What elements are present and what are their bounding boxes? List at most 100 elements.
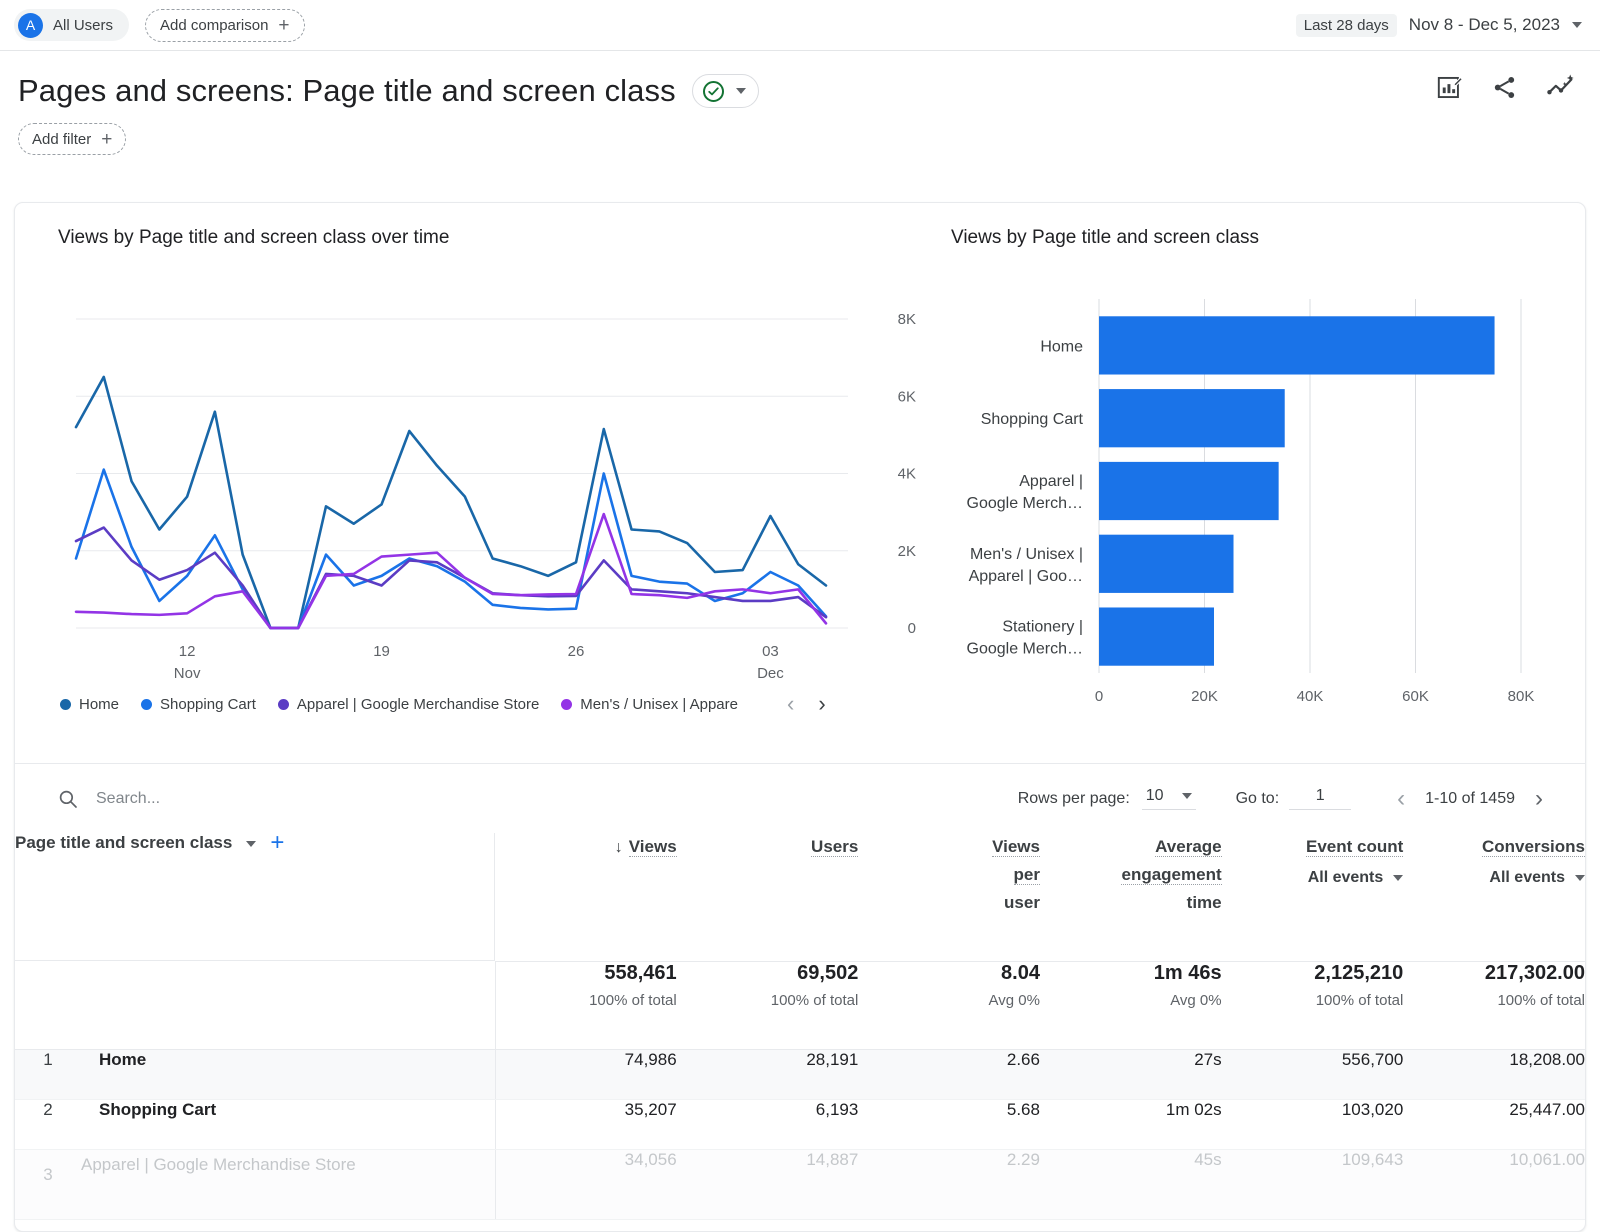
dimension-header[interactable]: Page title and screen class + [15,830,495,961]
bar-1[interactable] [1099,389,1285,448]
legend-item-1[interactable]: Shopping Cart [141,696,256,713]
bar-category-label: Apparel | Goo… [969,568,1083,585]
chevron-down-icon [735,88,746,94]
pagination-controls: Rows per page: 10 Go to: 1 ‹ 1-10 of 145… [1018,786,1559,811]
table-row[interactable]: 2 Shopping Cart 35,207 6,193 5.68 1m 02s… [15,1099,1585,1150]
row-value: 5.68 [858,1099,1040,1150]
row-value: 6,193 [676,1099,859,1150]
x-axis-tick: 0 [1095,688,1103,705]
totals-note: 100% of total [1497,991,1585,1009]
add-dimension-icon[interactable]: + [270,830,284,854]
totals-cell: 2,125,210 100% of total [1221,961,1404,1050]
y-axis-tick: 4K [898,466,916,483]
bar-3[interactable] [1099,534,1234,593]
goto-page-input[interactable]: 1 [1289,787,1352,810]
prev-page-button[interactable]: ‹ [1381,786,1421,811]
legend-item-3[interactable]: Men's / Unisex | Appare [561,696,738,713]
row-name[interactable]: Home [99,1050,146,1069]
column-header-users[interactable]: Users [676,833,859,962]
date-preset-badge: Last 28 days [1295,13,1397,37]
row-index: 2 [43,1099,53,1119]
line-chart-plot[interactable]: 0 2K 4K 6K 8K 12 Nov 19 26 03 Dec [58,261,935,682]
row-value: 25,447.00 [1403,1099,1585,1150]
bar-chart-panel: Views by Page title and screen class 0 20… [935,227,1585,731]
chevron-down-icon [1393,875,1404,882]
row-name[interactable]: Shopping Cart [99,1100,216,1119]
date-range-selector[interactable]: Last 28 days Nov 8 - Dec 5, 2023 [1295,13,1582,37]
dimension-header-label: Page title and screen class [15,833,233,852]
totals-value: 558,461 [604,961,677,984]
y-axis-tick: 2K [898,543,916,560]
bar-4[interactable] [1099,607,1214,666]
row-value: 28,191 [676,1049,859,1100]
column-label: Views [628,837,677,857]
add-comparison-button[interactable]: Add comparison + [145,8,305,42]
search-icon [59,790,77,808]
totals-note: 100% of total [589,991,677,1009]
bar-2[interactable] [1099,461,1279,521]
column-label: Conversions [1482,837,1585,857]
legend-item-0[interactable]: Home [60,696,119,713]
x-axis-tick: 26 [568,643,585,660]
search-input[interactable] [94,788,394,809]
audience-label: All Users [53,16,114,34]
bar-0[interactable] [1099,316,1495,375]
column-header-conversions[interactable]: Conversions All events [1403,833,1585,962]
share-icon[interactable] [1491,74,1518,101]
row-value: 2.29 [858,1149,1040,1220]
event-count-filter[interactable]: All events [1308,865,1404,891]
data-quality-status-button[interactable] [691,74,759,108]
totals-value: 2,125,210 [1314,961,1404,984]
charts-row: Views by Page title and screen class ove… [15,203,1585,731]
row-value: 2.66 [858,1049,1040,1100]
legend-prev-button[interactable]: ‹ [787,693,794,715]
x-axis-tick: 60K [1402,688,1429,705]
search-box[interactable] [58,788,1018,809]
legend-color-dot [60,698,71,710]
x-axis-tick: 20K [1191,688,1218,705]
add-filter-button[interactable]: Add filter + [18,123,127,155]
bar-category-label: Home [1040,338,1083,355]
table-row[interactable]: 3 Apparel | Google Merchandise Store 34,… [15,1149,1585,1220]
totals-cell: 69,502 100% of total [676,961,859,1050]
insights-icon[interactable] [1546,72,1576,102]
row-value: 34,056 [495,1149,677,1220]
x-axis-tick: Nov [174,665,201,681]
goto-label: Go to: [1235,789,1280,807]
chevron-down-icon[interactable] [246,841,257,847]
edit-chart-icon[interactable] [1436,74,1463,101]
conversions-filter[interactable]: All events [1489,865,1585,891]
totals-value: 8.04 [1001,961,1040,984]
bar-chart-svg: 0 20K 40K 60K 80K Home Shopping Cart Apparel | G… [967,299,1534,705]
row-name-cell: 2 Shopping Cart [15,1099,496,1150]
x-axis-tick: 40K [1297,688,1324,705]
column-header-views-per-user[interactable]: Views per user [858,833,1040,962]
chevron-down-icon [1572,22,1582,28]
column-header-average-engagement-time[interactable]: Average engagement time [1039,833,1222,962]
totals-note: 100% of total [770,991,859,1009]
y-axis-tick: 6K [898,388,916,405]
rows-per-page-select[interactable]: 10 [1141,787,1196,810]
legend-next-button[interactable]: › [818,693,825,715]
row-value: 18,208.00 [1403,1049,1585,1100]
bar-category-label: Shopping Cart [981,411,1084,428]
plus-icon: + [278,14,290,36]
column-header-event-count[interactable]: Event count All events [1221,833,1404,962]
legend-item-2[interactable]: Apparel | Google Merchandise Store [277,696,539,713]
totals-cell: 8.04 Avg 0% [858,961,1040,1050]
totals-cell: 1m 46s Avg 0% [1039,961,1222,1050]
audience-chip-all-users[interactable]: A All Users [14,9,130,41]
x-axis-tick: 03 [762,643,779,660]
column-header-views[interactable]: ↓ Views [495,833,677,962]
legend-color-dot [561,698,573,710]
page-title: Pages and screens: Page title and screen… [18,73,676,108]
sort-desc-icon: ↓ [614,839,623,856]
next-page-button[interactable]: › [1519,786,1559,811]
row-name[interactable]: Apparel | Google Merchandise Store [81,1150,381,1177]
totals-note: 100% of total [1315,991,1404,1009]
table-row[interactable]: 1 Home 74,986 28,191 2.66 27s 556,700 18… [15,1049,1585,1100]
bar-chart-plot[interactable]: 0 20K 40K 60K 80K Home Shopping Cart Apparel | G… [951,261,1585,731]
row-value: 103,020 [1221,1099,1404,1150]
title-row: Pages and screens: Page title and screen… [18,73,1582,109]
bar-chart-title: Views by Page title and screen class [951,227,1260,248]
